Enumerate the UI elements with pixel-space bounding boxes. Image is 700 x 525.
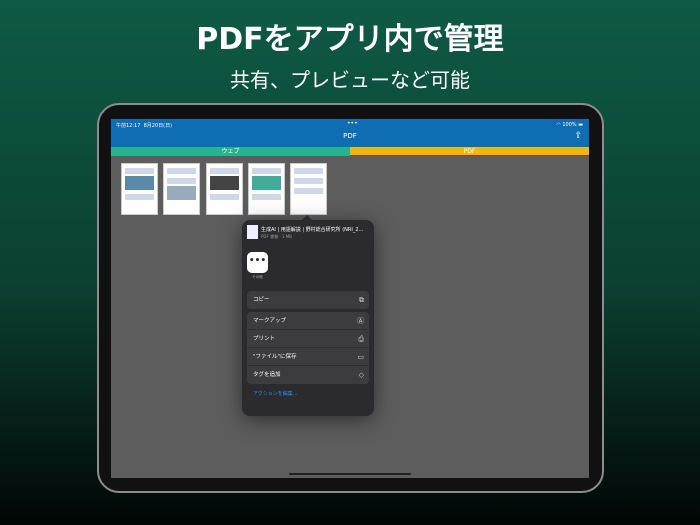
action-markup[interactable]: マークアップ Ⓐ [247,312,369,330]
pdf-thumbnail[interactable] [248,163,285,215]
share-sheet: 生成AI | 用語解説 | 野村総合研究所 (NRI_2... PDF 書類 ·… [242,215,374,416]
pdf-thumbnail[interactable] [290,163,327,215]
print-icon: ⎙ [358,335,364,343]
action-group: マークアップ Ⓐ プリント ⎙ "ファイル"に保存 ▭ タグを追加 ◇ [247,312,369,384]
nav-bar: 午前12:17 8月20日(日) ••• ◠ 100% ▬ PDF ⇪ [111,119,589,147]
segmented-tabs: ウェブ PDF [111,147,589,156]
home-indicator[interactable] [289,473,411,475]
headline: PDFをアプリ内で管理 [196,22,504,57]
action-label: タグを追加 [253,372,281,378]
multitask-dots-icon[interactable]: ••• [347,120,358,127]
subheadline: 共有、プレビューなど可能 [230,68,470,92]
file-info: PDF 書類 · 1 MB [261,234,292,239]
action-label: "ファイル"に保存 [253,354,297,360]
ellipsis-icon: ••• [248,256,267,266]
pdf-thumbnail[interactable] [206,163,243,215]
tab-pdf[interactable]: PDF [350,147,589,156]
action-label: プリント [253,336,276,342]
battery-icon: ▬ [578,122,583,128]
share-header: 生成AI | 用語解説 | 野村総合研究所 (NRI_2... PDF 書類 ·… [247,225,369,243]
app-screen: 午前12:17 8月20日(日) ••• ◠ 100% ▬ PDF ⇪ ウェブ … [111,119,589,478]
status-date: 8月20日(日) [143,123,173,129]
share-icon[interactable]: ⇪ [574,131,582,141]
document-icon [247,225,258,239]
markup-icon: Ⓐ [357,317,364,325]
nav-title: PDF [343,132,357,140]
file-name: 生成AI | 用語解説 | 野村総合研究所 (NRI_2... [261,227,364,233]
pdf-thumbnail[interactable] [121,163,158,215]
wifi-icon: ◠ [556,122,561,128]
edit-actions-link[interactable]: アクションを編集... [253,390,298,397]
status-time: 午前12:17 [116,123,141,129]
battery-level: 100% [562,122,577,128]
copy-icon: ⧉ [359,296,364,304]
more-button[interactable]: ••• [247,252,268,273]
more-label: その他 [252,275,263,279]
action-label: マークアップ [253,318,287,324]
action-label: コピー [253,297,270,303]
action-copy[interactable]: コピー ⧉ [247,291,369,309]
action-add-tag[interactable]: タグを追加 ◇ [247,366,369,384]
action-save-to-files[interactable]: "ファイル"に保存 ▭ [247,348,369,366]
pdf-thumbnail[interactable] [163,163,200,215]
folder-icon: ▭ [357,353,364,361]
action-print[interactable]: プリント ⎙ [247,330,369,348]
tab-web[interactable]: ウェブ [111,147,350,156]
action-group: コピー ⧉ [247,291,369,309]
tag-icon: ◇ [358,371,364,379]
